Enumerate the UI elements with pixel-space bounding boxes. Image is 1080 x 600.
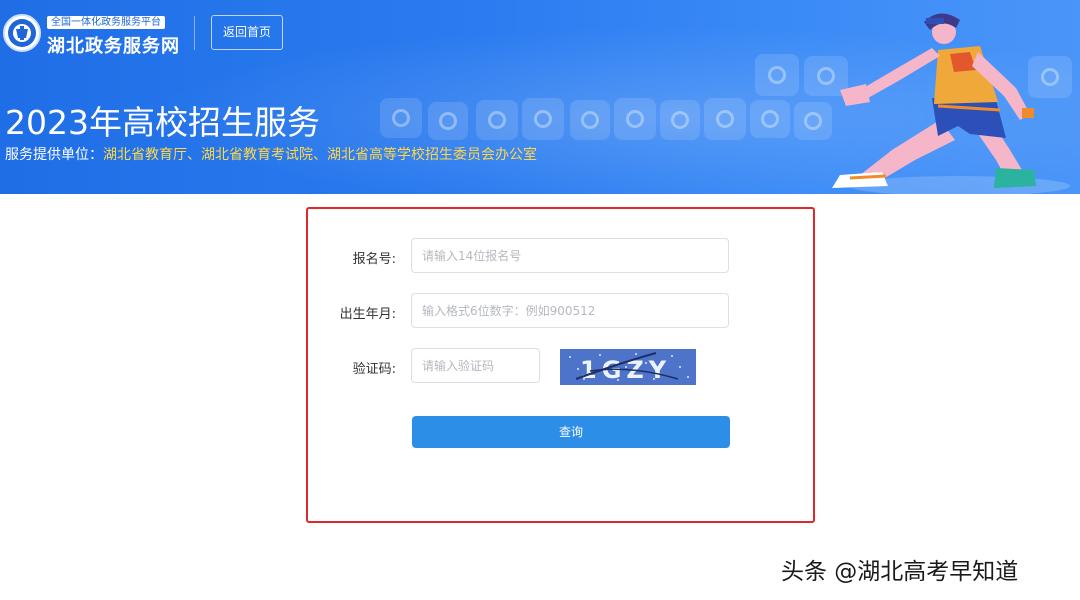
header-banner: 全国一体化政务服务平台 湖北政务服务网 返回首页 2023年高校招生服务 服务提…: [0, 0, 1080, 194]
globe-tile-icon: [755, 54, 799, 96]
captcha-image[interactable]: 1GZY: [560, 349, 696, 385]
registration-number-input[interactable]: [411, 238, 729, 273]
provider-label: 服务提供单位：: [5, 147, 103, 163]
birth-date-label: 出生年月:: [339, 307, 396, 322]
stack-tile-icon: [750, 100, 790, 138]
badge-tile-icon: [614, 98, 656, 140]
portal-name[interactable]: 湖北政务服务网: [47, 32, 180, 58]
folder-tile-icon: [476, 100, 518, 140]
query-button[interactable]: 查询: [412, 416, 730, 448]
birth-date-input[interactable]: [411, 293, 729, 328]
book-tile-icon: [380, 98, 422, 138]
service-provider: 服务提供单位：湖北省教育厅、湖北省教育考试院、湖北省高等学校招生委员会办公室: [5, 144, 537, 164]
registration-number-label: 报名号:: [352, 252, 396, 267]
source-watermark: 头条 @湖北高考早知道: [781, 559, 1019, 585]
emblem-icon: [8, 19, 36, 47]
page-title: 2023年高校招生服务: [5, 103, 320, 142]
portal-logo[interactable]: [3, 14, 41, 52]
chat-tile-icon: [660, 100, 700, 140]
heart-tile-icon: [704, 98, 746, 140]
captcha-input[interactable]: [411, 348, 540, 383]
hand-tile-icon: [570, 100, 610, 140]
rocket-tile-icon: [522, 98, 564, 140]
header-divider: [194, 16, 195, 50]
runner-illustration: [832, 13, 1070, 194]
provider-value: 湖北省教育厅、湖北省教育考试院、湖北省高等学校招生委员会办公室: [103, 147, 537, 163]
tile-icon: [428, 102, 468, 140]
portal-subtitle: 全国一体化政务服务平台: [47, 16, 165, 29]
home-button[interactable]: 返回首页: [211, 15, 283, 50]
captcha-label: 验证码:: [352, 362, 396, 377]
